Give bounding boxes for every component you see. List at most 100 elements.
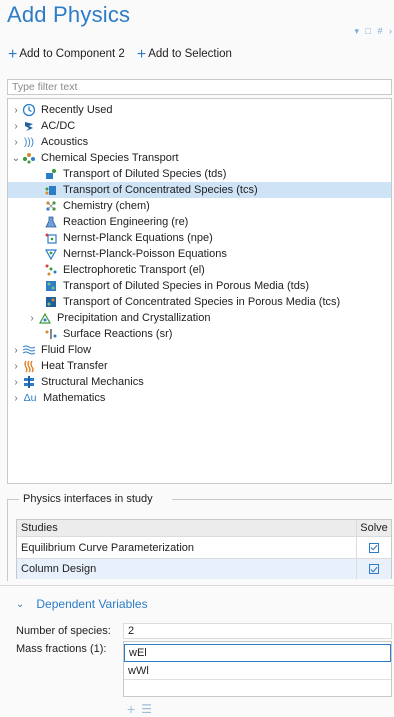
mathematics-icon: Δu [23, 392, 37, 404]
tree-item-fluid-flow[interactable]: › Fluid Flow [8, 342, 391, 358]
solve-cell [356, 537, 391, 558]
acdc-icon [22, 119, 36, 133]
tree-item-label: Transport of Concentrated Species in Por… [63, 296, 341, 308]
mass-fraction-item[interactable]: wEl [124, 644, 391, 662]
chevron-right-icon[interactable]: › [10, 345, 22, 356]
tree-item-reaction-engineering[interactable]: Reaction Engineering (re) [8, 214, 391, 230]
tree-item-label: AC/DC [41, 120, 76, 132]
mass-fractions-list[interactable]: wEl wWl [123, 641, 392, 697]
tree-item-tds[interactable]: Transport of Diluted Species (tds) [8, 166, 391, 182]
tree-item-npe[interactable]: Nernst-Planck Equations (npe) [8, 230, 391, 246]
porous-tcs-icon [44, 295, 58, 309]
tree-item-chemical-species[interactable]: ⌄ Chemical Species Transport [8, 150, 391, 166]
filter-input[interactable]: Type filter text [7, 79, 392, 95]
solve-checkbox[interactable] [369, 542, 379, 553]
porous-tds-icon [44, 279, 58, 293]
tree-item-label: Reaction Engineering (re) [63, 216, 189, 228]
add-to-selection-button[interactable]: + Add to Selection [136, 45, 232, 63]
chemistry-icon [44, 199, 58, 213]
tree-item-recently-used[interactable]: › Recently Used [8, 102, 391, 118]
chevron-right-icon[interactable]: › [10, 137, 22, 148]
study-name: Column Design [21, 563, 97, 575]
tree-item-label: Nernst-Planck-Poisson Equations [63, 248, 227, 260]
window-controls[interactable]: ▾ □ # › [355, 26, 394, 37]
add-icon[interactable]: + [127, 701, 135, 717]
chevron-down-icon: ⌄ [16, 598, 25, 610]
clock-icon [22, 103, 36, 117]
tree-item-label: Transport of Concentrated Species (tcs) [63, 184, 258, 196]
chevron-down-icon[interactable]: ⌄ [10, 153, 22, 164]
chevron-right-icon[interactable]: › [10, 361, 22, 372]
plus-icon: + [136, 45, 147, 63]
tree-item-label: Nernst-Planck Equations (npe) [63, 232, 213, 244]
num-species-label: Number of species: [16, 625, 111, 637]
precipitation-icon [38, 311, 52, 325]
tree-item-label: Precipitation and Crystallization [57, 312, 211, 324]
add-to-component-label: Add to Component 2 [19, 48, 125, 60]
fluid-flow-icon [22, 343, 36, 357]
tds-icon [44, 167, 58, 181]
tree-item-surface-reactions[interactable]: Surface Reactions (sr) [8, 326, 391, 342]
tree-item-label: Heat Transfer [41, 360, 108, 372]
tree-item-label: Fluid Flow [41, 344, 92, 356]
physics-tree[interactable]: › Recently Used › AC/DC › ))) Acoustics … [7, 98, 392, 484]
group-border [172, 499, 392, 500]
group-border [7, 499, 19, 500]
npe-icon [44, 231, 58, 245]
tree-item-porous-tcs[interactable]: Transport of Concentrated Species in Por… [8, 294, 391, 310]
table-row[interactable]: Column Design [17, 559, 391, 579]
tree-item-label: Electrophoretic Transport (el) [63, 264, 205, 276]
tree-item-acoustics[interactable]: › ))) Acoustics [8, 134, 391, 150]
chemical-species-icon [22, 151, 36, 165]
tree-item-heat-transfer[interactable]: › Heat Transfer [8, 358, 391, 374]
tree-item-label: Chemical Species Transport [41, 152, 179, 164]
physics-in-study-title: Physics interfaces in study [23, 493, 153, 505]
mass-fraction-item[interactable]: wWl [124, 662, 391, 680]
chevron-right-icon[interactable]: › [10, 393, 22, 404]
studies-header-row: Studies Solve [17, 520, 391, 537]
tree-item-mathematics[interactable]: › Δu Mathematics [8, 390, 391, 406]
tree-item-tcs[interactable]: Transport of Concentrated Species (tcs) [8, 182, 391, 198]
plus-icon: + [8, 45, 18, 63]
tree-item-label: Acoustics [41, 136, 89, 148]
npp-icon [44, 247, 58, 261]
study-name: Equilibrium Curve Parameterization [21, 541, 195, 554]
tree-item-structural-mechanics[interactable]: › Structural Mechanics [8, 374, 391, 390]
surface-reactions-icon [44, 327, 58, 341]
tree-item-acdc[interactable]: › AC/DC [8, 118, 391, 134]
tree-item-porous-tds[interactable]: Transport of Diluted Species in Porous M… [8, 278, 391, 294]
group-border [7, 499, 8, 581]
studies-column-header: Studies [21, 522, 58, 534]
heat-transfer-icon [22, 359, 36, 373]
list-icon[interactable]: ☰ [141, 702, 152, 716]
chevron-right-icon[interactable]: › [26, 313, 38, 324]
electrophoretic-icon [44, 263, 58, 277]
table-row[interactable]: Equilibrium Curve Parameterization [17, 537, 391, 559]
tree-item-label: Recently Used [41, 104, 113, 116]
tree-item-npp[interactable]: Nernst-Planck-Poisson Equations [8, 246, 391, 262]
tree-item-label: Structural Mechanics [41, 376, 144, 388]
add-to-component-button[interactable]: + Add to Component 2 [8, 45, 125, 63]
chevron-right-icon[interactable]: › [10, 105, 22, 116]
tree-item-electrophoretic[interactable]: Electrophoretic Transport (el) [8, 262, 391, 278]
section-divider [0, 585, 394, 586]
tree-item-label: Chemistry (chem) [63, 200, 150, 212]
chevron-right-icon[interactable]: › [10, 121, 22, 132]
chevron-right-icon[interactable]: › [10, 377, 22, 388]
acoustics-icon: ))) [24, 136, 34, 148]
tree-item-label: Transport of Diluted Species in Porous M… [63, 280, 309, 292]
tree-item-label: Transport of Diluted Species (tds) [63, 168, 227, 180]
structural-icon [22, 375, 36, 389]
num-species-field[interactable]: 2 [123, 623, 392, 639]
panel-title: Add Physics [7, 2, 131, 27]
solve-checkbox[interactable] [369, 564, 379, 574]
dependent-variables-header[interactable]: ⌄ Dependent Variables [16, 597, 148, 611]
solve-cell [356, 559, 391, 579]
flask-icon [44, 215, 58, 229]
tree-item-chemistry[interactable]: Chemistry (chem) [8, 198, 391, 214]
studies-table: Studies Solve Equilibrium Curve Paramete… [16, 519, 392, 579]
solve-column-header: Solve [356, 520, 391, 536]
tree-item-precipitation[interactable]: › Precipitation and Crystallization [8, 310, 391, 326]
toolbar: + Add to Component 2 + Add to Selection [8, 45, 240, 63]
tcs-icon [44, 183, 58, 197]
